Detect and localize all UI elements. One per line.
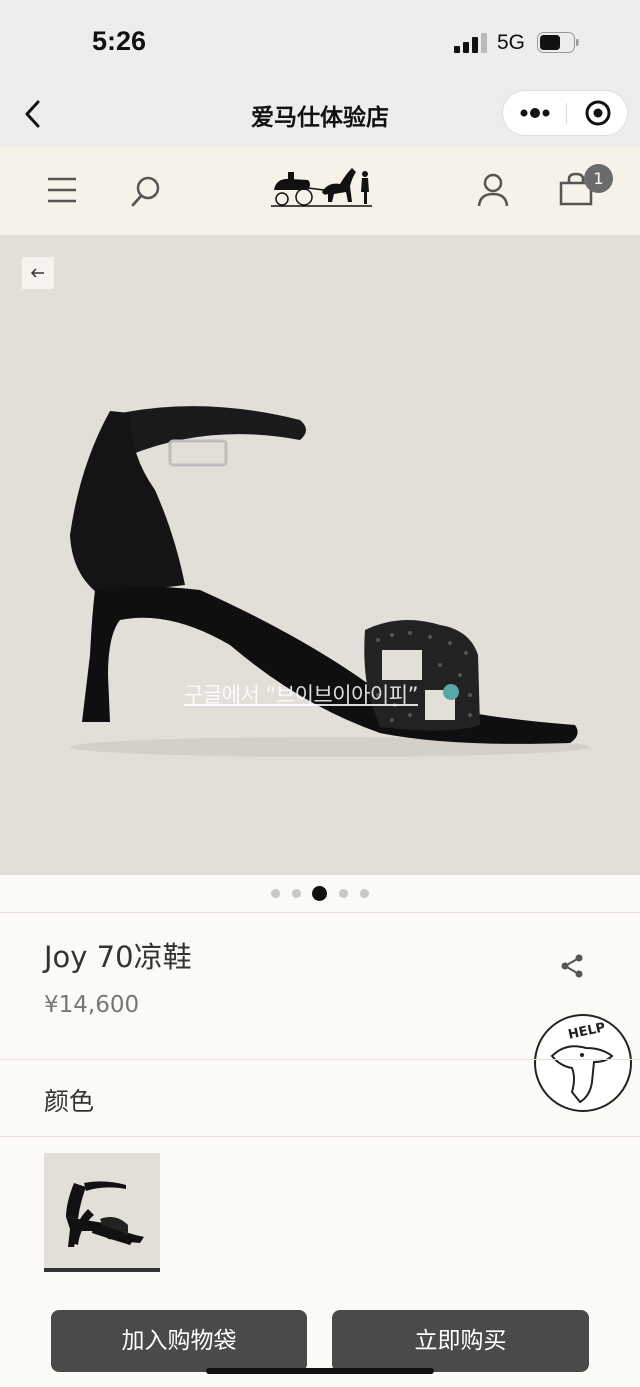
gallery-pagination — [0, 875, 640, 913]
menu-icon[interactable] — [46, 176, 78, 204]
gallery-dot[interactable] — [292, 889, 301, 898]
share-icon[interactable] — [558, 952, 586, 980]
gallery-dot-active[interactable] — [312, 886, 327, 901]
help-chat-icon[interactable]: HELP — [532, 1012, 634, 1114]
add-to-bag-button[interactable]: 加入购物袋 — [51, 1310, 307, 1372]
sandal-product-image — [70, 406, 590, 757]
account-icon[interactable] — [476, 172, 510, 208]
buy-now-button[interactable]: 立即购买 — [332, 1310, 589, 1372]
close-mini-program-icon[interactable] — [567, 91, 629, 135]
mini-program-nav-bar: 爱马仕体验店 — [0, 84, 640, 146]
product-price: ¥14,600 — [44, 992, 140, 1018]
section-divider — [0, 1059, 640, 1060]
status-bar: 5:26 5G — [0, 0, 640, 84]
section-divider — [0, 1136, 640, 1137]
signal-icon — [454, 33, 487, 53]
image-watermark: 구글에서 “브이브이아이피” — [184, 683, 418, 707]
color-swatch-black[interactable] — [44, 1153, 160, 1269]
gallery-dot[interactable] — [360, 889, 369, 898]
selected-swatch-indicator — [44, 1268, 160, 1272]
product-image-gallery[interactable]: 구글에서 “브이브이아이피” — [0, 235, 640, 875]
carriage-logo-icon[interactable] — [268, 162, 374, 210]
watermark-dot — [443, 684, 459, 700]
product-name: Joy 70凉鞋 — [44, 940, 192, 974]
more-options-icon[interactable] — [503, 91, 565, 135]
color-section-label: 颜色 — [44, 1087, 95, 1116]
gallery-dot[interactable] — [271, 889, 280, 898]
battery-icon — [537, 32, 579, 53]
section-divider — [0, 912, 640, 913]
gallery-dot[interactable] — [339, 889, 348, 898]
network-type: 5G — [497, 31, 526, 54]
mini-program-capsule — [502, 90, 628, 136]
home-indicator — [206, 1368, 434, 1374]
cart-count-badge: 1 — [584, 164, 613, 193]
status-time: 5:26 — [92, 26, 147, 56]
search-icon[interactable] — [130, 174, 162, 208]
